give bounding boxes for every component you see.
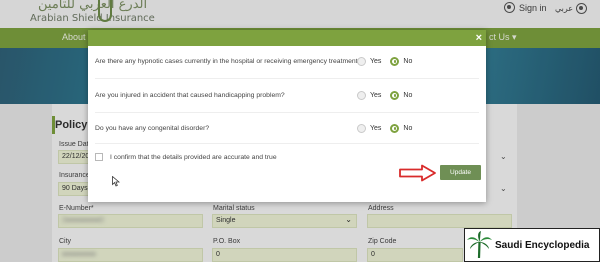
divider bbox=[95, 78, 479, 79]
radio-unchecked-icon bbox=[357, 124, 366, 133]
radio-yes[interactable]: Yes bbox=[357, 57, 381, 66]
radio-unchecked-icon bbox=[357, 57, 366, 66]
question-handicapping-injury: Are you injured in accident that caused … bbox=[95, 92, 285, 99]
question-hypnotic-cases: Are there any hypnotic cases currently i… bbox=[95, 58, 362, 65]
radio-checked-icon bbox=[390, 57, 400, 66]
radio-group-congenital-disorder: Yes No bbox=[357, 124, 421, 133]
question-congenital-disorder: Do you have any congenital disorder? bbox=[95, 125, 210, 132]
watermark-badge: Saudi Encyclopedia bbox=[464, 228, 600, 262]
radio-group-hypnotic-cases: Yes No bbox=[357, 57, 421, 66]
radio-yes[interactable]: Yes bbox=[357, 124, 381, 133]
radio-yes-label: Yes bbox=[370, 58, 382, 65]
divider bbox=[95, 143, 479, 144]
radio-no-label: No bbox=[403, 58, 413, 65]
watermark-text: Saudi Encyclopedia bbox=[495, 239, 590, 251]
palm-tree-icon bbox=[467, 231, 492, 259]
radio-checked-icon bbox=[390, 124, 400, 133]
confirm-checkbox[interactable] bbox=[95, 153, 103, 161]
modal-header: × bbox=[88, 30, 486, 46]
radio-no[interactable]: No bbox=[390, 124, 412, 133]
radio-no[interactable]: No bbox=[390, 91, 412, 100]
radio-unchecked-icon bbox=[357, 91, 366, 100]
confirm-details-row: I confirm that the details provided are … bbox=[95, 153, 277, 161]
radio-yes-label: Yes bbox=[370, 125, 382, 132]
radio-no-label: No bbox=[403, 92, 413, 99]
divider bbox=[95, 112, 479, 113]
radio-group-handicapping-injury: Yes No bbox=[357, 91, 421, 100]
radio-checked-icon bbox=[390, 91, 400, 100]
mouse-cursor-icon bbox=[112, 176, 120, 187]
radio-no[interactable]: No bbox=[390, 57, 412, 66]
close-icon[interactable]: × bbox=[476, 31, 482, 45]
radio-yes-label: Yes bbox=[370, 92, 382, 99]
radio-yes[interactable]: Yes bbox=[357, 91, 381, 100]
radio-no-label: No bbox=[403, 125, 413, 132]
update-button[interactable]: Update bbox=[440, 165, 481, 180]
confirm-label: I confirm that the details provided are … bbox=[110, 153, 277, 161]
red-arrow-icon bbox=[399, 164, 436, 182]
